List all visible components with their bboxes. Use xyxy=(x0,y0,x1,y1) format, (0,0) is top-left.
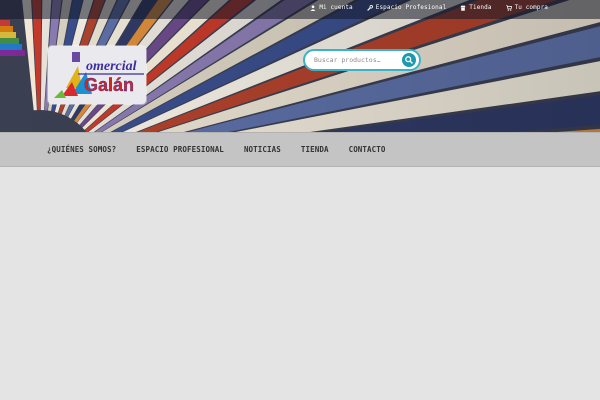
search-button[interactable] xyxy=(402,53,416,67)
logo-text-line1: omercial xyxy=(86,59,137,74)
professional-space-label: Espacio Profesional xyxy=(375,4,447,11)
top-bar: Mi cuenta Espacio Profesional Tienda Tu … xyxy=(0,0,600,19)
shop-icon xyxy=(460,5,466,11)
user-icon xyxy=(310,4,316,11)
search-icon xyxy=(405,56,413,64)
product-search xyxy=(303,49,421,71)
nav-item-who-we-are[interactable]: ¿QUIÉNES SOMOS? xyxy=(47,145,116,154)
main-nav: ¿QUIÉNES SOMOS? ESPACIO PROFESIONAL NOTI… xyxy=(0,132,600,167)
shop-label: Tienda xyxy=(469,4,492,11)
professional-space-link[interactable]: Espacio Profesional xyxy=(366,4,447,11)
my-account-label: Mi cuenta xyxy=(319,4,353,11)
nav-item-contact[interactable]: CONTACTO xyxy=(349,145,386,154)
cart-link[interactable]: Tu compra xyxy=(505,4,548,11)
cart-icon xyxy=(505,4,512,11)
shop-link[interactable]: Tienda xyxy=(460,4,491,11)
site-logo[interactable]: omercial Galán xyxy=(48,46,146,104)
nav-item-professional-space[interactable]: ESPACIO PROFESIONAL xyxy=(136,145,224,154)
main-nav-items: ¿QUIÉNES SOMOS? ESPACIO PROFESIONAL NOTI… xyxy=(47,133,386,166)
page-content-area xyxy=(0,167,600,400)
my-account-link[interactable]: Mi cuenta xyxy=(310,4,353,11)
wrench-icon xyxy=(366,4,373,11)
nav-item-news[interactable]: NOTICIAS xyxy=(244,145,281,154)
logo-text-line2: Galán xyxy=(84,75,134,95)
site-header: Mi cuenta Espacio Profesional Tienda Tu … xyxy=(0,0,600,132)
search-input[interactable] xyxy=(314,53,399,67)
cart-label: Tu compra xyxy=(514,4,548,11)
nav-item-shop[interactable]: TIENDA xyxy=(301,145,329,154)
account-links: Mi cuenta Espacio Profesional Tienda Tu … xyxy=(310,4,548,11)
logo-mark: omercial Galán xyxy=(54,52,144,98)
